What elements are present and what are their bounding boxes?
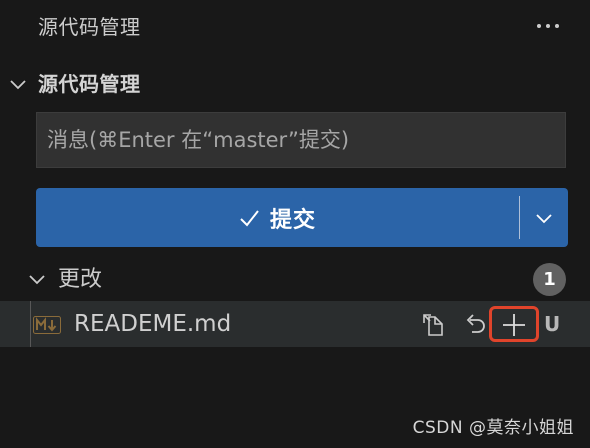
section-title: 源代码管理 <box>38 72 141 96</box>
file-name: READEME.md <box>74 311 232 337</box>
source-control-panel: 源代码管理 源代码管理 提交 更改 1 <box>0 0 590 448</box>
markdown-icon <box>33 316 61 334</box>
commit-dropdown-button[interactable] <box>520 188 568 247</box>
changes-count-badge: 1 <box>533 263 566 296</box>
tree-indent-guide <box>30 301 31 347</box>
commit-button-group: 提交 <box>36 188 568 247</box>
view-header: 源代码管理 <box>0 0 590 54</box>
view-title: 源代码管理 <box>38 15 141 39</box>
commit-button[interactable]: 提交 <box>36 188 518 247</box>
section-header-source-control[interactable]: 源代码管理 <box>0 66 590 104</box>
changes-title: 更改 <box>58 267 103 292</box>
changed-file-row[interactable]: READEME.md U <box>0 301 590 347</box>
watermark: CSDN @莫奈小姐姐 <box>412 418 574 438</box>
chevron-down-icon <box>10 80 26 90</box>
open-file-icon <box>423 314 443 336</box>
commit-message-input[interactable] <box>36 112 566 168</box>
commit-button-label: 提交 <box>269 207 316 233</box>
check-icon <box>240 209 259 227</box>
discard-changes-icon <box>466 314 485 333</box>
file-status-badge: U <box>544 312 561 336</box>
stage-changes-icon <box>503 314 525 336</box>
discard-changes-button[interactable] <box>459 310 489 340</box>
chevron-down-icon <box>29 275 45 285</box>
ellipsis-icon <box>537 24 541 28</box>
stage-changes-button[interactable] <box>499 310 529 340</box>
chevron-down-icon <box>536 213 552 223</box>
more-actions-button[interactable] <box>528 10 568 42</box>
changes-group-header[interactable]: 更改 1 <box>0 260 590 300</box>
open-file-button[interactable] <box>419 310 449 340</box>
